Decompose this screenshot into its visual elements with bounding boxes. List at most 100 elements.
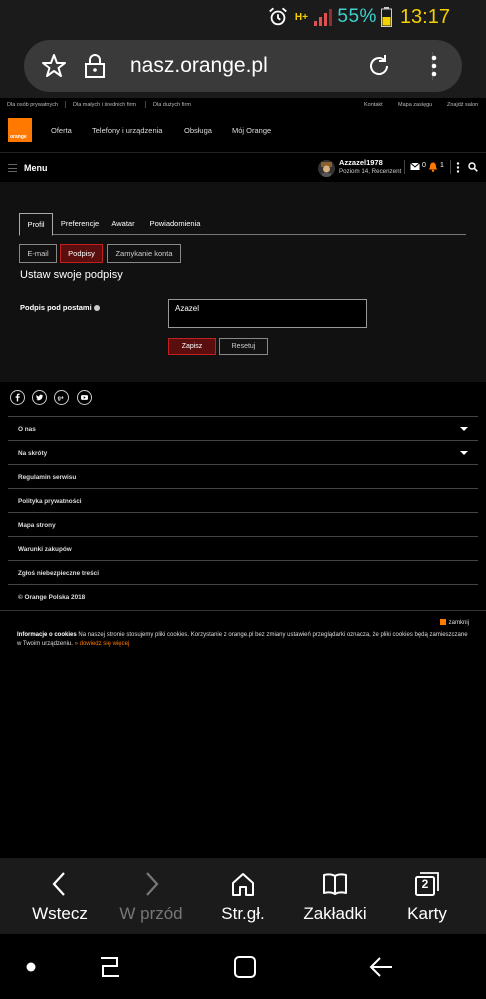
cookie-more-link[interactable]: » dowiedz się więcej — [75, 641, 130, 647]
signature-field-label: Podpis pod postami — [20, 303, 100, 312]
divider — [8, 584, 478, 585]
orange-logo[interactable]: orange — [8, 118, 32, 142]
footer-row-shortcuts[interactable]: Na skróty — [8, 440, 478, 464]
close-icon[interactable] — [439, 619, 446, 625]
footer-row-about[interactable]: O nas — [8, 416, 478, 440]
footer-row-purchase-terms[interactable]: Warunki zakupów — [8, 536, 478, 560]
forward-label: W przód — [119, 904, 183, 923]
top-link-sme[interactable]: Dla małych i średnich firm — [73, 102, 136, 108]
notifications-count: 1 — [440, 162, 444, 169]
home-square-icon[interactable] — [232, 954, 258, 980]
tab-profile[interactable]: Profil — [19, 213, 53, 236]
chevron-down-icon[interactable] — [460, 427, 468, 431]
user-avatar-icon — [321, 162, 332, 177]
page-title: Ustaw swoje podpisy — [20, 269, 123, 281]
profile-settings-panel: Profil Preferencje Awatar Powiadomienia … — [0, 182, 486, 382]
status-bar: H+ 55% 13:17 — [0, 0, 486, 34]
more-options-icon[interactable] — [421, 53, 447, 79]
divider — [404, 160, 405, 174]
browser-toolbar: Wstecz W przód Str.gł. Zakładki 2 Karty — [0, 858, 486, 934]
nav-offer[interactable]: Oferta — [51, 126, 72, 135]
bookmarks-button[interactable]: Zakładki — [294, 858, 376, 934]
url-bar[interactable]: nasz.orange.pl — [24, 40, 462, 92]
envelope-icon[interactable] — [410, 162, 420, 171]
community-menu-bar: Menu Azzazel1978 Poziom 14, Recenzent 0 … — [0, 152, 486, 182]
profile-tabs: Profil Preferencje Awatar Powiadomienia — [19, 213, 466, 236]
copyright: © Orange Polska 2018 — [18, 594, 86, 601]
star-icon[interactable] — [41, 53, 67, 79]
youtube-icon[interactable] — [77, 390, 92, 405]
chevron-right-icon — [146, 872, 159, 896]
top-link-private[interactable]: Dla osób prywatnych — [7, 102, 58, 108]
back-arrow-icon[interactable] — [368, 954, 394, 980]
footer-row-sitemap[interactable]: Mapa strony — [8, 512, 478, 536]
tabs-button[interactable]: 2 Karty — [392, 858, 462, 934]
home-button[interactable]: Str.gł. — [208, 858, 278, 934]
top-link-coverage-map[interactable]: Mapa zasięgu — [398, 102, 432, 108]
footer-row-terms[interactable]: Regulamin serwisu — [8, 464, 478, 488]
top-links-bar: Dla osób prywatnych Dla małych i średnic… — [0, 98, 486, 112]
back-label: Wstecz — [32, 904, 88, 923]
google-plus-icon[interactable]: g+ — [54, 390, 69, 405]
signature-label-text: Podpis pod postami — [20, 303, 92, 312]
bookmarks-icon — [323, 873, 347, 895]
footer-row-label: Na skróty — [18, 450, 48, 457]
cookie-close-button[interactable]: zamknij — [439, 619, 469, 626]
tab-count: 2 — [421, 877, 429, 891]
top-link-find-store[interactable]: Znajdź salon — [447, 102, 478, 108]
cookie-banner: zamknij Informacje o cookies Na naszej s… — [0, 610, 486, 652]
tab-avatar[interactable]: Awatar — [108, 213, 138, 235]
twitter-icon[interactable] — [32, 390, 47, 405]
battery-percent: 55% — [337, 6, 377, 27]
lock-icon[interactable] — [82, 53, 108, 79]
top-link-contact[interactable]: Kontakt — [364, 102, 383, 108]
footer-row-privacy[interactable]: Polityka prywatności — [8, 488, 478, 512]
recent-apps-icon[interactable] — [97, 954, 123, 980]
chevron-down-icon[interactable] — [460, 451, 468, 455]
search-icon[interactable] — [468, 162, 478, 172]
divider — [450, 160, 451, 174]
subtab-email[interactable]: E-mail — [19, 244, 57, 263]
hamburger-icon[interactable] — [8, 164, 17, 172]
reload-icon[interactable] — [366, 53, 392, 79]
menu-button[interactable]: Menu — [24, 163, 48, 173]
bell-icon[interactable] — [428, 162, 438, 172]
tabs-label: Karty — [407, 904, 447, 923]
bookmarks-label: Zakładki — [303, 904, 367, 923]
signature-textarea[interactable]: Azazel — [168, 299, 367, 328]
tab-preferences[interactable]: Preferencje — [57, 213, 103, 235]
reset-button[interactable]: Resetuj — [219, 338, 268, 355]
home-icon — [232, 873, 254, 896]
subtab-close-account[interactable]: Zamykanie konta — [107, 244, 181, 263]
divider — [145, 101, 146, 108]
android-nav-bar — [0, 934, 486, 999]
divider — [65, 101, 66, 108]
alarm-clock-icon — [269, 7, 288, 26]
signal-strength-icon — [314, 9, 333, 26]
forward-button[interactable]: W przód — [110, 858, 192, 934]
user-level: Poziom 14, Recenzent — [339, 168, 402, 175]
home-label: Str.gł. — [221, 904, 265, 923]
avatar[interactable] — [318, 160, 335, 177]
info-icon[interactable] — [93, 305, 100, 311]
cookie-close-label: zamknij — [448, 620, 469, 626]
nav-phones[interactable]: Telefony i urządzenia — [92, 126, 162, 135]
footer-row-label: O nas — [18, 426, 36, 433]
tab-notifications[interactable]: Powiadomienia — [146, 213, 204, 235]
svg-text:g+: g+ — [58, 396, 64, 402]
username[interactable]: Azzazel1978 — [339, 158, 383, 167]
network-type-icon: H+ — [294, 11, 308, 23]
cookie-more-label: dowiedz się więcej — [79, 641, 130, 647]
facebook-icon[interactable] — [10, 390, 25, 405]
url-text[interactable]: nasz.orange.pl — [130, 54, 268, 78]
subtab-signatures[interactable]: Podpisy — [60, 244, 103, 263]
top-link-business[interactable]: Dla dużych firm — [153, 102, 191, 108]
save-button[interactable]: Zapisz — [168, 338, 216, 355]
back-button[interactable]: Wstecz — [20, 858, 100, 934]
more-vertical-icon[interactable] — [456, 162, 460, 173]
messages-count: 0 — [422, 162, 426, 169]
nav-my-orange[interactable]: Mój Orange — [232, 126, 271, 135]
nav-support[interactable]: Obsługa — [184, 126, 212, 135]
footer-row-report-content[interactable]: Zgłoś niebezpieczne treści — [8, 560, 478, 584]
dot-icon[interactable] — [18, 954, 44, 980]
